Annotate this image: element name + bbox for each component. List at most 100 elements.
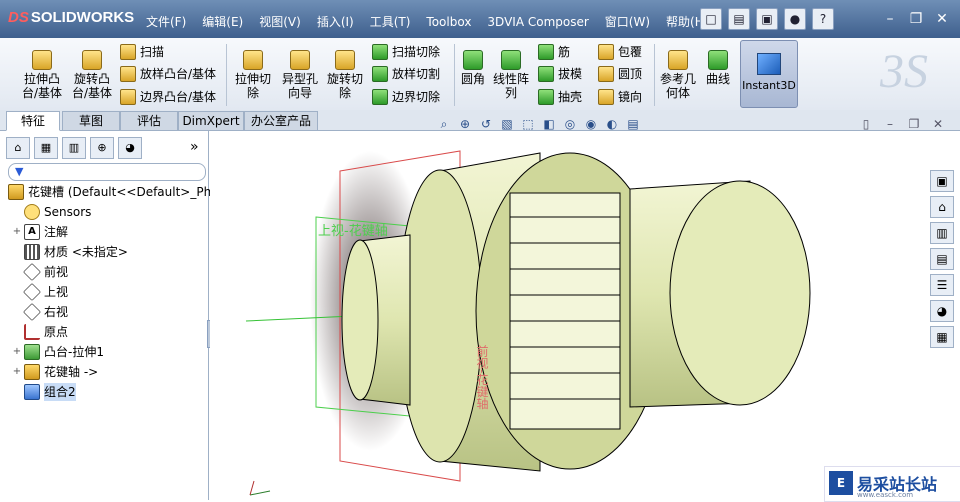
fillet-icon <box>463 50 483 70</box>
spline-teeth[interactable] <box>509 192 621 430</box>
tree-item-combine[interactable]: 组合2 <box>0 383 76 401</box>
appearances-icon[interactable]: ◕ <box>930 300 954 322</box>
tree-item-sensors[interactable]: Sensors <box>0 203 91 221</box>
loft-button[interactable]: 放样凸台/基体 <box>120 65 216 82</box>
sweep-button[interactable]: 扫描 <box>120 43 164 60</box>
sweep-icon <box>120 43 136 60</box>
view-orientation-icon[interactable]: ⬚ <box>520 116 536 132</box>
hide-show-icon[interactable]: ◎ <box>562 116 578 132</box>
boundary-cut-button[interactable]: 边界切除 <box>372 88 440 105</box>
resources-icon[interactable]: ▣ <box>930 170 954 192</box>
minimize-icon[interactable]: – <box>880 10 900 28</box>
view-palette-icon[interactable]: ☰ <box>930 274 954 296</box>
dome-button[interactable]: 圆顶 <box>598 65 642 82</box>
tree-item-spline-shaft[interactable]: + 花键轴 -> <box>0 363 98 381</box>
fillet-button[interactable]: 圆角 <box>458 50 488 86</box>
watermark-logo: E <box>829 471 853 495</box>
previous-view-icon[interactable]: ↺ <box>478 116 494 132</box>
restore-icon[interactable]: ❐ <box>906 10 926 28</box>
tab-evaluate[interactable]: 评估 <box>120 111 178 131</box>
view-settings-icon[interactable]: ▤ <box>625 116 641 132</box>
viewport-window-controls: ▯ – ❐ ✕ <box>858 116 946 132</box>
expander[interactable]: + <box>12 343 22 361</box>
tab-features[interactable]: 特征 <box>6 111 60 131</box>
tab-office-products[interactable]: 办公室产品 <box>244 111 318 131</box>
combine-icon <box>24 384 40 400</box>
menu-3dvia[interactable]: 3DVIA Composer <box>479 10 596 34</box>
revolve-boss-button[interactable]: 旋转凸 台/基体 <box>68 50 116 100</box>
wrap-button[interactable]: 包覆 <box>598 43 642 60</box>
rebuild-icon[interactable]: ● <box>784 8 806 30</box>
linear-pattern-button[interactable]: 线性阵 列 <box>490 50 532 100</box>
app-logo[interactable]: DS SOLIDWORKS <box>8 9 134 26</box>
design-library-icon[interactable]: ▥ <box>930 222 954 244</box>
menu-toolbox[interactable]: Toolbox <box>418 10 479 34</box>
menu-view[interactable]: 视图(V) <box>251 10 309 34</box>
tree-filter-input[interactable]: ▼ <box>8 163 206 181</box>
viewport-minimize-icon[interactable]: – <box>882 116 898 132</box>
tree-root[interactable]: 花键槽 (Default<<Default>_Ph <box>6 183 211 201</box>
tree-item-origin[interactable]: 原点 <box>0 323 68 341</box>
loft-cut-button[interactable]: 放样切割 <box>372 65 440 82</box>
property-manager-tab-icon[interactable]: ▦ <box>34 137 58 159</box>
tab-dimxpert[interactable]: DimXpert <box>178 111 244 131</box>
dimxpert-tab-icon[interactable]: ⊕ <box>90 137 114 159</box>
expander[interactable]: + <box>12 223 22 241</box>
zoom-area-icon[interactable]: ⊕ <box>457 116 473 132</box>
extrude-boss-button[interactable]: 拉伸凸 台/基体 <box>18 50 66 100</box>
new-file-icon[interactable]: □ <box>700 8 722 30</box>
menu-edit[interactable]: 编辑(E) <box>194 10 251 34</box>
tree-item-right-plane[interactable]: 右视 <box>0 302 68 322</box>
shell-button[interactable]: 抽壳 <box>538 88 582 105</box>
menu-tools[interactable]: 工具(T) <box>362 10 419 34</box>
boundary-boss-button[interactable]: 边界凸台/基体 <box>120 88 216 105</box>
tree-item-annotations[interactable]: + A 注解 <box>0 223 68 241</box>
mirror-button[interactable]: 镜向 <box>598 88 642 105</box>
heads-up-view-toolbar: ⌕ ⊕ ↺ ▧ ⬚ ◧ ◎ ◉ ◐ ▤ <box>436 116 641 132</box>
instant3d-button[interactable]: Instant3D <box>740 40 798 108</box>
tree-item-material[interactable]: 材质 <未指定> <box>0 243 128 261</box>
save-icon[interactable]: ▣ <box>756 8 778 30</box>
feature-tree-tab-icon[interactable]: ⌂ <box>6 137 30 159</box>
tree-item-boss-extrude[interactable]: + 凸台-拉伸1 <box>0 343 104 361</box>
extrude-cut-button[interactable]: 拉伸切 除 <box>232 50 274 100</box>
section-view-icon[interactable]: ▧ <box>499 116 515 132</box>
tree-item-top-plane[interactable]: 上视 <box>0 282 68 302</box>
display-manager-tab-icon[interactable]: ◕ <box>118 137 142 159</box>
menu-file[interactable]: 文件(F) <box>138 10 194 34</box>
zoom-to-fit-icon[interactable]: ⌕ <box>436 116 452 132</box>
hole-wizard-button[interactable]: 异型孔 向导 <box>278 50 322 100</box>
help-icon[interactable]: ? <box>812 8 834 30</box>
graphics-viewport[interactable]: 上视-花键轴 前视-花键轴 <box>210 131 930 500</box>
tab-sketch[interactable]: 草图 <box>62 111 120 131</box>
viewport-restore-icon[interactable]: ❐ <box>906 116 922 132</box>
display-style-icon[interactable]: ◧ <box>541 116 557 132</box>
edit-appearance-icon[interactable]: ◉ <box>583 116 599 132</box>
sweep-cut-icon <box>372 43 388 60</box>
draft-button[interactable]: 拔模 <box>538 65 582 82</box>
site-watermark: E 易采站长站 www.easck.com <box>824 466 960 502</box>
plane-icon <box>22 262 42 282</box>
tree-item-front-plane[interactable]: 前视 <box>0 262 68 282</box>
reference-geometry-button[interactable]: 参考几 何体 <box>658 50 698 100</box>
open-folder-icon[interactable]: ▤ <box>728 8 750 30</box>
custom-properties-icon[interactable]: ▦ <box>930 326 954 348</box>
tile-icon[interactable]: ▯ <box>858 116 874 132</box>
menu-window[interactable]: 窗口(W) <box>597 10 658 34</box>
plane-icon <box>22 302 42 322</box>
file-explorer-icon[interactable]: ▤ <box>930 248 954 270</box>
expander[interactable]: + <box>12 363 22 381</box>
viewport-close-icon[interactable]: ✕ <box>930 116 946 132</box>
rib-icon <box>538 43 554 60</box>
rib-button[interactable]: 筋 <box>538 43 570 60</box>
sweep-cut-button[interactable]: 扫描切除 <box>372 43 440 60</box>
scene-icon[interactable]: ◐ <box>604 116 620 132</box>
revolve-cut-button[interactable]: 旋转切 除 <box>324 50 366 100</box>
home-icon[interactable]: ⌂ <box>930 196 954 218</box>
part-icon <box>8 184 24 200</box>
curves-button[interactable]: 曲线 <box>702 50 734 86</box>
menu-insert[interactable]: 插入(I) <box>309 10 362 34</box>
configuration-tab-icon[interactable]: ▥ <box>62 137 86 159</box>
panel-more-chevron-icon[interactable]: » <box>190 139 199 155</box>
close-icon[interactable]: ✕ <box>932 10 952 28</box>
